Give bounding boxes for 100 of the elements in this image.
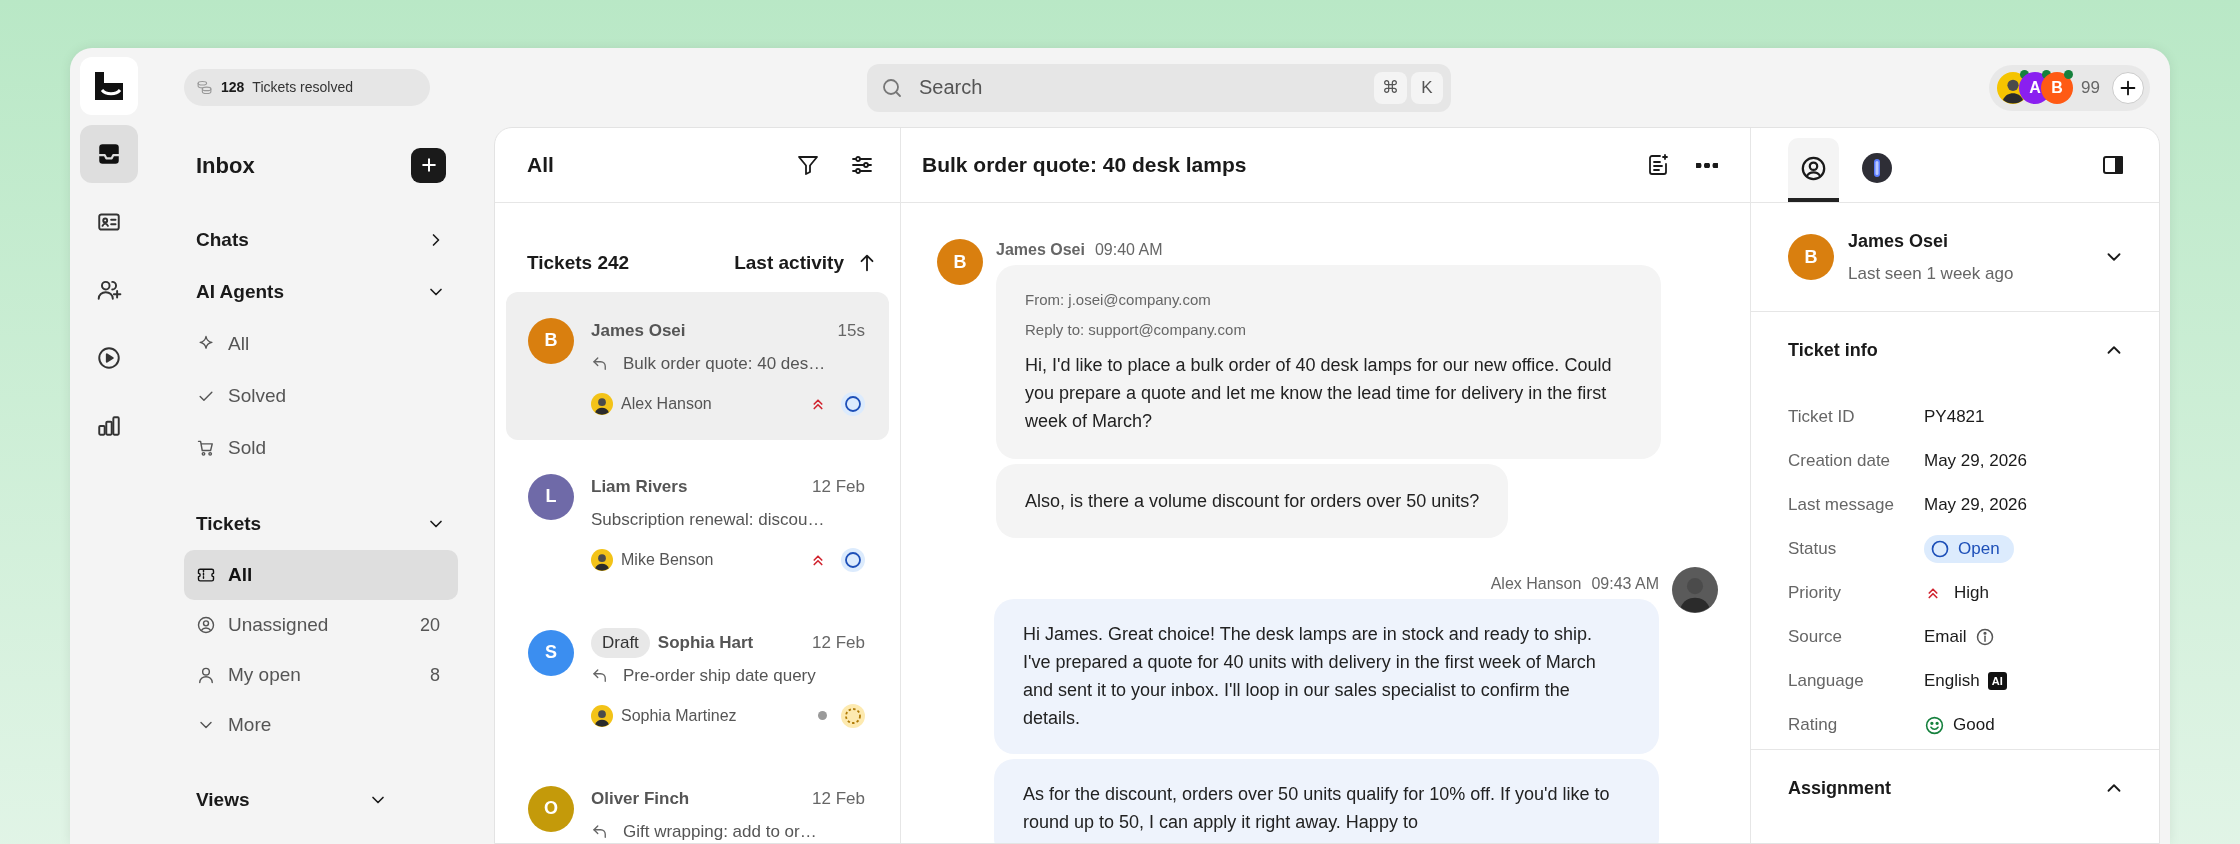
user-icon xyxy=(196,665,216,685)
avatar: B xyxy=(528,317,574,364)
assignee-avatar xyxy=(591,704,613,727)
item-count: 20 xyxy=(419,613,441,637)
list-title: All xyxy=(527,152,554,179)
section-header[interactable]: Chats xyxy=(184,214,458,266)
sidebar-title: Inbox xyxy=(196,151,255,180)
sender-name: Sophia Hart xyxy=(657,632,755,654)
shortcut-key: ⌘ xyxy=(1374,71,1407,104)
ticket-subject: Bulk order quote: 40 des… xyxy=(623,353,826,375)
more-button[interactable] xyxy=(1696,162,1718,168)
sidebar-item[interactable]: All xyxy=(184,318,458,370)
contact-name: James Osei xyxy=(1848,229,1950,253)
ticket-subject: Pre-order ship date query xyxy=(623,665,816,687)
resolved-label: Tickets resolved xyxy=(252,78,353,97)
item-count: 8 xyxy=(430,663,441,687)
avatar: B xyxy=(1788,234,1834,280)
field-value: May 29, 2026 xyxy=(1924,450,2027,473)
filter-button[interactable] xyxy=(796,153,820,177)
orb-icon xyxy=(1861,153,1892,183)
ticket-count: Tickets 242 xyxy=(527,251,630,276)
settings-button[interactable] xyxy=(850,153,874,177)
avatar: B xyxy=(937,239,983,285)
sidebar-item[interactable]: Unassigned 20 xyxy=(184,600,458,650)
avatar: L xyxy=(528,473,574,520)
section-header[interactable]: AI Agents xyxy=(184,266,458,318)
assignee-name: Sophia Martinez xyxy=(621,705,738,726)
user-circle-icon xyxy=(196,615,216,635)
play-icon xyxy=(96,345,122,371)
panel-toggle-button[interactable] xyxy=(2101,153,2125,177)
field-label: Priority xyxy=(1788,582,1842,605)
assignee-avatar xyxy=(591,548,613,571)
field-label: Last message xyxy=(1788,494,1895,517)
field-label: Language xyxy=(1788,670,1865,693)
message-text: Also, is there a volume discount for orders over 50 units? xyxy=(1025,490,1480,513)
field-value: Email xyxy=(1924,626,1967,649)
avatar: O xyxy=(528,785,574,832)
ticket-icon xyxy=(196,565,216,585)
sender-email: From: j.osei@company.com xyxy=(1025,290,1212,310)
conversation-title: Bulk order quote: 40 desk lamps xyxy=(922,152,1247,179)
field-value: PY4821 xyxy=(1924,406,1985,429)
sidebar-item[interactable]: My open 8 xyxy=(184,650,458,700)
field-value: May 29, 2026 xyxy=(1924,494,2027,517)
message-text: Hi James. Great choice! The desk lamps are in stock and ready to ship. I've prepared a quote for 40 units with delivery in the first week of March and sent it to your inbox. I'll loop in our sales specialist to confirm the details. xyxy=(1023,623,1597,730)
draft-tag: Draft xyxy=(591,627,650,658)
ticket-time: 12 Feb xyxy=(812,632,865,654)
field-label: Status xyxy=(1788,538,1838,561)
summary-button[interactable] xyxy=(1646,153,1670,177)
inbox-icon xyxy=(96,141,122,167)
shortcut-key: K xyxy=(1411,71,1443,104)
field-value: Good xyxy=(1953,714,1995,737)
section-header[interactable]: Ticket info xyxy=(1751,312,2159,388)
author-name: James Osei xyxy=(996,240,1085,260)
message-text: Hi, I'd like to place a bulk order of 40 desk lamps for our new office. Could you prepare a quote and let me know the lead time for delivery in the first week of March? xyxy=(1025,354,1613,433)
new-button[interactable] xyxy=(411,147,446,183)
agent-avatar xyxy=(1672,567,1718,613)
ticket-time: 15s xyxy=(837,320,865,342)
sidebar-item[interactable]: Solved xyxy=(184,370,458,422)
sidebar-item[interactable]: All xyxy=(184,550,458,600)
logo-icon[interactable] xyxy=(80,57,138,115)
sender-name: James Osei xyxy=(591,320,687,342)
filter-icon xyxy=(796,153,820,177)
person-icon xyxy=(1800,154,1827,182)
sidebar-item[interactable]: More xyxy=(184,700,458,750)
ticket-subject: Subscription renewal: discou… xyxy=(591,509,825,531)
sidebar-panel-icon xyxy=(2101,153,2125,177)
nav-button[interactable] xyxy=(80,125,138,183)
coins-icon xyxy=(196,79,213,96)
resolved-count: 128 xyxy=(221,78,245,97)
avatar: S xyxy=(528,629,574,676)
assignee-name: Mike Benson xyxy=(621,549,715,570)
message-time: 09:43 AM xyxy=(1591,574,1659,594)
sender-name: Oliver Finch xyxy=(591,788,691,810)
section-header[interactable]: Views xyxy=(184,774,458,826)
note-icon xyxy=(1646,153,1670,177)
field-value: High xyxy=(1954,582,1989,605)
reply-to-email: Reply to: support@company.com xyxy=(1025,320,1247,340)
smile-icon xyxy=(1924,714,1945,736)
add-button[interactable] xyxy=(2112,71,2144,104)
author-name: Alex Hanson xyxy=(1490,574,1582,594)
ticket-card[interactable]: B James Osei 15s Bulk order quote: 40 des… Alex Hanson xyxy=(506,291,889,440)
ai-badge: AI xyxy=(1987,672,2007,690)
section-header[interactable]: Tickets xyxy=(184,498,458,550)
sort-button[interactable]: Last activity xyxy=(734,249,878,278)
sliders-icon xyxy=(850,153,874,177)
sidebar-item[interactable]: Sold xyxy=(184,422,458,474)
field-value: English xyxy=(1924,670,1980,693)
chart-icon xyxy=(96,413,122,439)
sender-name: Liam Rivers xyxy=(591,476,689,498)
section-header[interactable]: Assignment xyxy=(1751,750,2159,826)
field-label: Creation date xyxy=(1788,450,1892,473)
field-label: Source xyxy=(1788,626,1843,649)
assignee-avatar xyxy=(591,392,613,415)
field-label: Rating xyxy=(1788,714,1839,737)
assignee-name: Alex Hanson xyxy=(621,393,713,414)
message-text: As for the discount, orders over 50 units qualify for 10% off. If you'd like to round up to 50, I can apply it right away. Happy to xyxy=(1023,783,1611,834)
ticket-time: 12 Feb xyxy=(812,788,865,810)
panel-tab[interactable] xyxy=(1788,138,1839,202)
ticket-subject: Gift wrapping: add to or… xyxy=(623,821,817,843)
field-label: Ticket ID xyxy=(1788,406,1856,429)
